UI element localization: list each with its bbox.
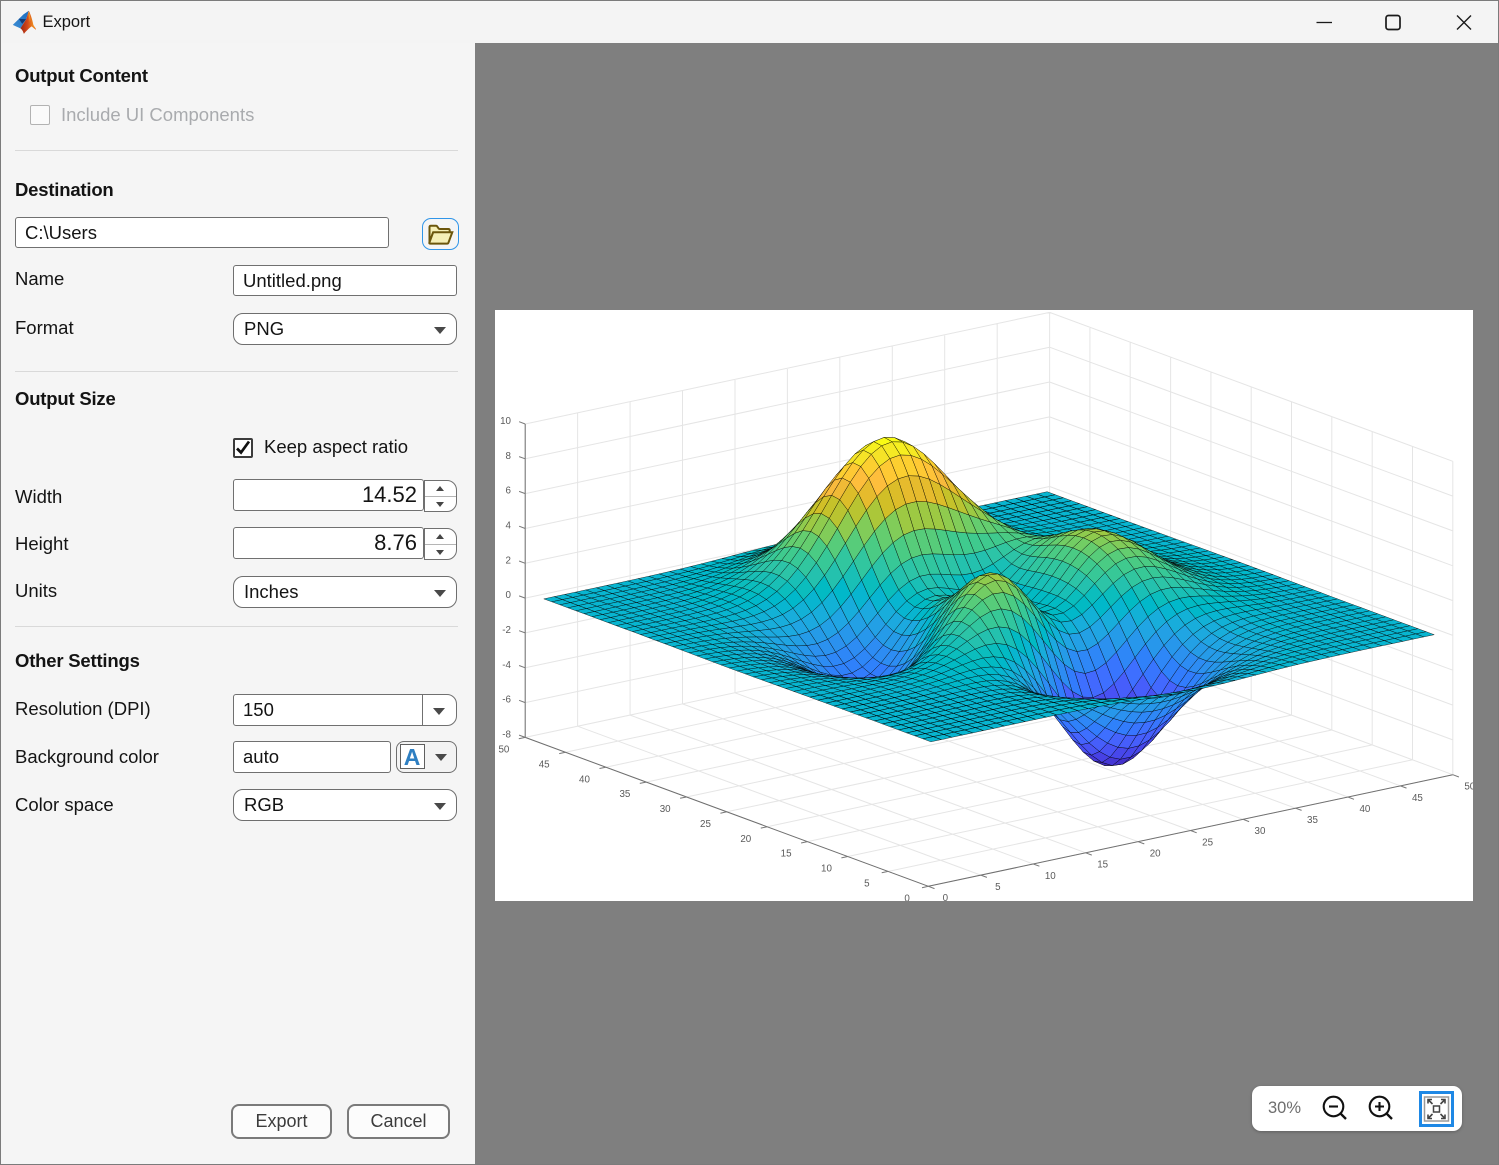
svg-text:30: 30 xyxy=(660,804,671,815)
svg-text:4: 4 xyxy=(506,521,512,532)
svg-text:45: 45 xyxy=(539,759,550,770)
svg-text:20: 20 xyxy=(740,834,751,845)
svg-text:8: 8 xyxy=(506,451,512,462)
svg-text:20: 20 xyxy=(1150,849,1161,860)
svg-text:50: 50 xyxy=(1464,782,1473,793)
svg-text:0: 0 xyxy=(943,893,949,901)
svg-text:10: 10 xyxy=(821,864,832,875)
svg-text:25: 25 xyxy=(1202,837,1213,848)
svg-text:-6: -6 xyxy=(502,695,511,706)
svg-text:2: 2 xyxy=(506,555,511,566)
svg-text:10: 10 xyxy=(1045,871,1056,882)
svg-text:30: 30 xyxy=(1255,826,1266,837)
svg-text:-4: -4 xyxy=(502,660,511,671)
svg-text:-8: -8 xyxy=(502,729,511,740)
svg-text:40: 40 xyxy=(579,774,590,785)
svg-text:5: 5 xyxy=(995,882,1001,893)
svg-text:45: 45 xyxy=(1412,793,1423,804)
svg-text:0: 0 xyxy=(506,590,512,601)
svg-text:-2: -2 xyxy=(502,625,511,636)
svg-text:40: 40 xyxy=(1359,804,1370,815)
svg-text:35: 35 xyxy=(619,789,630,800)
svg-text:25: 25 xyxy=(700,819,711,830)
svg-text:15: 15 xyxy=(1097,860,1108,871)
svg-text:6: 6 xyxy=(506,486,512,497)
svg-text:50: 50 xyxy=(498,745,509,756)
svg-text:5: 5 xyxy=(864,879,870,890)
svg-text:10: 10 xyxy=(500,416,511,427)
svg-text:15: 15 xyxy=(781,849,792,860)
svg-text:35: 35 xyxy=(1307,815,1318,826)
svg-text:0: 0 xyxy=(904,893,910,901)
